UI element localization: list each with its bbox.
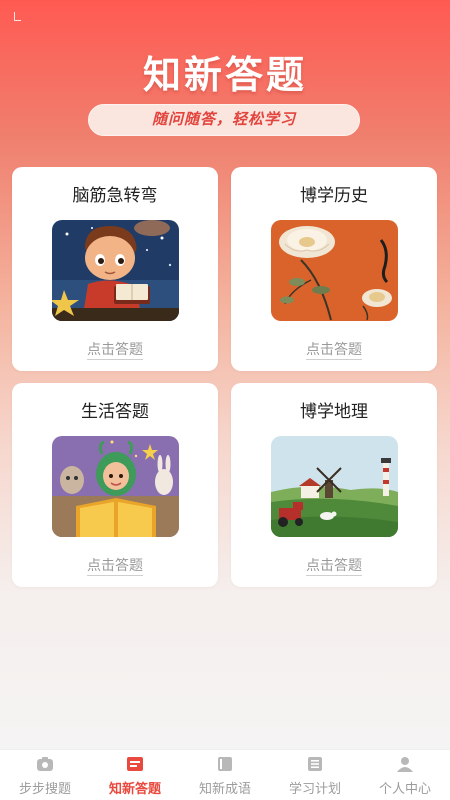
quiz-card-geography[interactable]: 博学地理 点击答题 — [231, 383, 437, 587]
status-bar-corner-icon — [14, 12, 21, 21]
answer-link[interactable]: 点击答题 — [231, 555, 437, 576]
tab-label: 知新答题 — [108, 782, 161, 797]
tab-study-plan[interactable]: 学习计划 — [270, 750, 360, 800]
card-title: 生活答题 — [81, 402, 149, 422]
card-title: 博学地理 — [300, 402, 368, 422]
card-title: 博学历史 — [300, 186, 368, 206]
quiz-card-brain-teaser[interactable]: 脑筋急转弯 点击答题 — [12, 167, 218, 371]
answer-link[interactable]: 点击答题 — [231, 339, 437, 360]
plan-list-icon — [306, 756, 324, 772]
page-title: 知新答题 — [142, 53, 307, 97]
answer-link[interactable]: 点击答题 — [12, 339, 218, 360]
card-title: 脑筋急转弯 — [72, 186, 158, 206]
user-icon — [396, 756, 414, 772]
book-icon — [216, 756, 234, 772]
tab-search-question[interactable]: 步步搜题 — [0, 750, 90, 800]
quiz-book-icon — [126, 756, 144, 772]
tab-label: 步步搜题 — [18, 782, 71, 797]
quiz-card-life[interactable]: 生活答题 点击答题 — [12, 383, 218, 587]
tab-quiz[interactable]: 知新答题 — [90, 750, 180, 800]
chinese-peony-painting — [271, 220, 398, 321]
tab-label: 学习计划 — [288, 782, 341, 797]
quiz-card-history[interactable]: 博学历史 点击答题 — [231, 167, 437, 371]
camera-icon — [36, 756, 54, 772]
boy-reading-book-illustration — [52, 220, 179, 321]
slogan-banner: 随问随答，轻松学习 — [88, 104, 360, 136]
windmill-farm-landscape — [271, 436, 398, 537]
child-reading-with-animals-illustration — [52, 436, 179, 537]
answer-link[interactable]: 点击答题 — [12, 555, 218, 576]
tab-idioms[interactable]: 知新成语 — [180, 750, 270, 800]
tab-profile[interactable]: 个人中心 — [360, 750, 450, 800]
tab-label: 个人中心 — [378, 782, 431, 797]
bottom-tab-bar: 步步搜题 知新答题 知新成语 学习计划 个人中心 — [0, 749, 450, 800]
tab-label: 知新成语 — [198, 782, 251, 797]
